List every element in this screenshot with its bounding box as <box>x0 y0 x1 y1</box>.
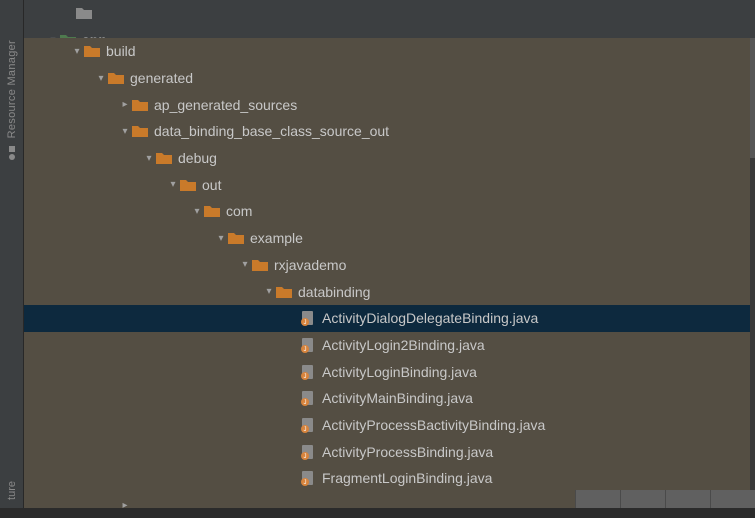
tree-row-example[interactable]: ▾ example <box>24 225 750 252</box>
java-file-icon: J <box>300 444 316 460</box>
tree-row-file[interactable]: J ActivityMainBinding.java <box>24 385 750 412</box>
java-file-icon: J <box>300 390 316 406</box>
project-tree[interactable]: .idea ▾ app ▾ build ▾ generated ▸ <box>24 0 755 508</box>
tree-label: data_binding_base_class_source_out <box>154 123 389 139</box>
vertical-scrollbar[interactable] <box>750 38 755 508</box>
folder-icon <box>180 178 196 192</box>
tree-row-ap-gen[interactable]: ▸ ap_generated_sources <box>24 91 750 118</box>
folder-icon <box>132 98 148 112</box>
svg-text:J: J <box>304 374 307 380</box>
tree-row-debug[interactable]: ▾ debug <box>24 145 750 172</box>
folder-icon <box>84 44 100 58</box>
resource-manager-icon <box>9 146 15 160</box>
folder-icon <box>228 231 244 245</box>
chevron-down-icon[interactable]: ▾ <box>96 73 106 84</box>
tree-row-databinding[interactable]: ▾ databinding <box>24 278 750 305</box>
tree-row-dbb[interactable]: ▾ data_binding_base_class_source_out <box>24 118 750 145</box>
tree-label: rxjavademo <box>274 257 346 273</box>
tree-label: out <box>202 177 221 193</box>
structure-tab[interactable]: ture <box>6 481 18 500</box>
tree-label: FragmentLoginBinding.java <box>322 470 492 486</box>
bottom-status-strip <box>575 490 755 508</box>
tree-highlighted-region: ▾ build ▾ generated ▸ ap_generated_sourc… <box>24 38 750 508</box>
tree-label: ap_generated_sources <box>154 97 297 113</box>
tree-label: ActivityDialogDelegateBinding.java <box>322 310 538 326</box>
chevron-right-icon[interactable]: ▸ <box>120 99 130 110</box>
tree-row-file[interactable]: J FragmentLoginBinding.java <box>24 465 750 492</box>
chevron-down-icon[interactable]: ▾ <box>168 179 178 190</box>
folder-icon <box>156 151 172 165</box>
tree-label: generated <box>130 70 193 86</box>
folder-icon <box>76 6 92 20</box>
chevron-down-icon[interactable]: ▾ <box>144 153 154 164</box>
tree-label: ActivityProcessBinding.java <box>322 444 493 460</box>
svg-text:J: J <box>304 347 307 353</box>
svg-text:J: J <box>304 320 307 326</box>
tree-row-truncated[interactable]: .idea <box>24 0 750 27</box>
svg-text:J: J <box>304 480 307 486</box>
folder-icon <box>204 204 220 218</box>
chevron-down-icon[interactable]: ▾ <box>120 126 130 137</box>
tree-row-generated[interactable]: ▾ generated <box>24 65 750 92</box>
folder-icon <box>252 258 268 272</box>
tree-label: ActivityMainBinding.java <box>322 390 473 406</box>
tree-label: build <box>106 43 136 59</box>
tree-row-com[interactable]: ▾ com <box>24 198 750 225</box>
tool-window-sidebar: Resource Manager ture <box>0 0 24 508</box>
svg-text:J: J <box>304 400 307 406</box>
folder-icon <box>276 285 292 299</box>
tree-row-rxjavademo[interactable]: ▾ rxjavademo <box>24 252 750 279</box>
tree-row-file[interactable]: J ActivityProcessBinding.java <box>24 438 750 465</box>
tree-label: ActivityLogin2Binding.java <box>322 337 485 353</box>
folder-icon <box>108 71 124 85</box>
java-file-icon: J <box>300 337 316 353</box>
java-file-icon: J <box>300 470 316 486</box>
resource-manager-tab[interactable]: Resource Manager <box>6 40 18 138</box>
tree-label: debug <box>178 150 217 166</box>
tree-label: ActivityProcessBactivityBinding.java <box>322 417 545 433</box>
tree-row-file[interactable]: J ActivityDialogDelegateBinding.java <box>24 305 750 332</box>
tree-row-file[interactable]: J ActivityProcessBactivityBinding.java <box>24 412 750 439</box>
tree-label: example <box>250 230 303 246</box>
java-file-icon: J <box>300 417 316 433</box>
tree-row-build[interactable]: ▾ build <box>24 38 750 65</box>
svg-text:J: J <box>304 454 307 460</box>
tree-row-file[interactable]: J ActivityLoginBinding.java <box>24 358 750 385</box>
tree-row-file[interactable]: J ActivityLogin2Binding.java <box>24 332 750 359</box>
chevron-down-icon[interactable]: ▾ <box>216 233 226 244</box>
tree-row-out[interactable]: ▾ out <box>24 171 750 198</box>
chevron-down-icon[interactable]: ▾ <box>264 286 274 297</box>
chevron-down-icon[interactable]: ▾ <box>72 46 82 57</box>
folder-icon <box>132 124 148 138</box>
tree-label: com <box>226 203 252 219</box>
chevron-right-icon[interactable]: ▸ <box>120 500 130 511</box>
tree-label: ActivityLoginBinding.java <box>322 364 477 380</box>
tree-label: databinding <box>298 284 370 300</box>
scrollbar-thumb[interactable] <box>750 38 755 158</box>
svg-text:J: J <box>304 427 307 433</box>
chevron-down-icon[interactable]: ▾ <box>240 259 250 270</box>
java-file-icon: J <box>300 364 316 380</box>
java-file-icon: J <box>300 310 316 326</box>
chevron-down-icon[interactable]: ▾ <box>192 206 202 217</box>
